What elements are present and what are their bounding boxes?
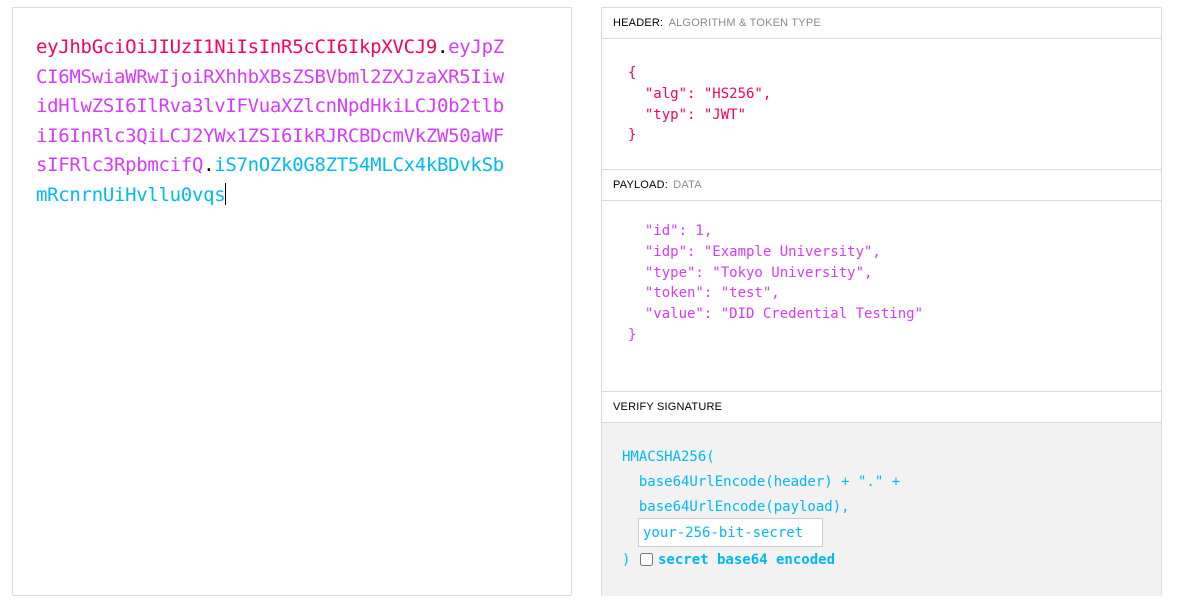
verify-code: HMACSHA256( base64UrlEncode(header) + ".… [622, 445, 900, 520]
json-line: "id": 1, [628, 223, 713, 239]
verify-line-header: base64UrlEncode(header) + "." + [622, 474, 901, 490]
json-line: } [628, 127, 637, 144]
verify-line-hmac: HMACSHA256( [622, 449, 715, 465]
encoded-token-editor[interactable]: eyJhbGciOiJIUzI1NiIsInR5cCI6IkpXVCJ9.eyJ… [36, 33, 506, 210]
json-line: "idp": "Example University", [628, 243, 881, 260]
header-section-label: HEADER: [613, 17, 664, 29]
secret-input[interactable] [638, 518, 823, 547]
json-line: "value": "DID Credential Testing" [628, 306, 924, 323]
header-json: { "alg": "HS256", "typ": "JWT"} [628, 63, 771, 146]
payload-json: "id": 1, "idp": "Example University", "t… [628, 221, 923, 346]
json-line: } [628, 326, 637, 343]
json-line: "token": "test", [628, 285, 780, 302]
text-caret [225, 182, 227, 205]
payload-section-label: PAYLOAD: [613, 179, 668, 191]
encoded-separator-dot: . [437, 36, 449, 58]
payload-json-editor[interactable]: "id": 1, "idp": "Example University", "t… [602, 201, 1161, 392]
payload-section-subtitle: DATA [673, 179, 702, 191]
encoded-token-panel[interactable]: eyJhbGciOiJIUzI1NiIsInR5cCI6IkpXVCJ9.eyJ… [12, 7, 572, 596]
header-json-editor[interactable]: { "alg": "HS256", "typ": "JWT"} [602, 39, 1161, 170]
verify-section-label: VERIFY SIGNATURE [613, 401, 723, 413]
verify-line-payload: base64UrlEncode(payload), [622, 499, 850, 515]
encoded-separator-dot: . [203, 154, 215, 176]
json-line: "type": "Tokyo University", [628, 264, 873, 281]
header-section-subtitle: ALGORITHM & TOKEN TYPE [668, 17, 821, 29]
json-line: "typ": "JWT" [628, 106, 747, 123]
encoded-header-part: eyJhbGciOiJIUzI1NiIsInR5cCI6IkpXVCJ9 [36, 36, 438, 58]
secret-base64-label[interactable]: secret base64 encoded [658, 549, 835, 571]
header-section-title: HEADER: ALGORITHM & TOKEN TYPE [602, 8, 1161, 39]
verify-signature-body: HMACSHA256( base64UrlEncode(header) + ".… [602, 423, 1161, 596]
secret-base64-checkbox[interactable] [640, 553, 653, 566]
json-line: { [628, 65, 637, 81]
json-line: "alg": "HS256", [628, 85, 772, 102]
verify-section-title: VERIFY SIGNATURE [602, 392, 1161, 423]
verify-closing-paren: ) [622, 552, 631, 568]
decoded-token-panel: HEADER: ALGORITHM & TOKEN TYPE { "alg": … [601, 7, 1162, 596]
payload-section-title: PAYLOAD: DATA [602, 170, 1161, 201]
